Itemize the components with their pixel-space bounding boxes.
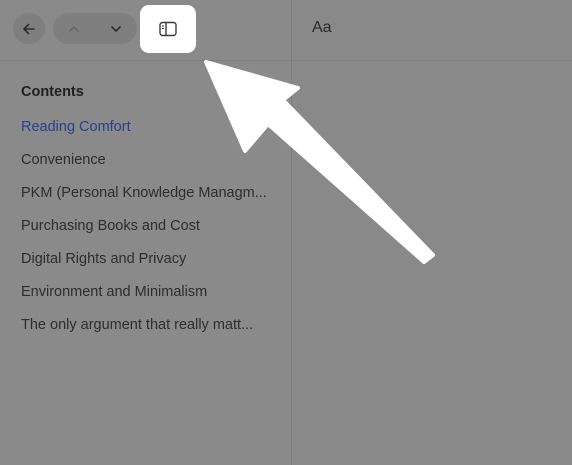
toc-item-convenience[interactable]: Convenience [21, 150, 281, 183]
app-window: Contents Reading Comfort Convenience PKM… [0, 0, 572, 465]
table-of-contents: Reading Comfort Convenience PKM (Persona… [21, 117, 281, 348]
contents-heading: Contents [21, 84, 84, 100]
toc-item-purchasing-books[interactable]: Purchasing Books and Cost [21, 216, 281, 249]
arrow-left-icon [23, 23, 35, 34]
sidebar-toggle-button[interactable] [140, 5, 196, 53]
toc-item-environment[interactable]: Environment and Minimalism [21, 282, 281, 315]
toolbar-divider [0, 60, 572, 61]
next-chapter-button[interactable] [95, 13, 137, 44]
sidebar-panel-icon [159, 21, 177, 37]
chevron-up-icon [69, 25, 79, 32]
toc-item-digital-rights[interactable]: Digital Rights and Privacy [21, 249, 281, 282]
chevron-down-icon [111, 25, 121, 32]
font-settings-button[interactable]: Aa [312, 17, 332, 39]
back-button[interactable] [13, 13, 45, 44]
toc-item-reading-comfort[interactable]: Reading Comfort [21, 117, 281, 150]
toc-item-only-argument[interactable]: The only argument that really matt... [21, 315, 281, 348]
chapter-nav-group [53, 13, 137, 44]
sidebar: Contents Reading Comfort Convenience PKM… [0, 0, 292, 465]
previous-chapter-button[interactable] [53, 13, 95, 44]
toc-item-pkm[interactable]: PKM (Personal Knowledge Managm... [21, 183, 281, 216]
